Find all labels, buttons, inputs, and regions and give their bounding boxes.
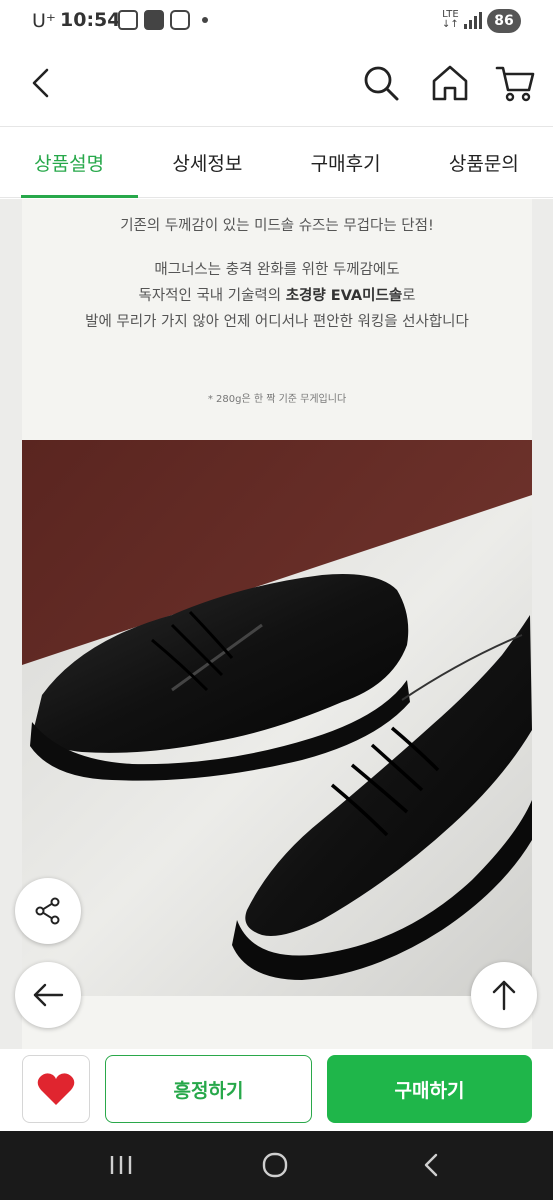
app-notification-icon (144, 10, 164, 30)
share-button[interactable] (15, 878, 81, 944)
recent-apps-icon (110, 1156, 132, 1174)
cart-icon (495, 66, 535, 102)
description-line: 기존의 두께감이 있는 미드솔 슈즈는 무겁다는 단점! (120, 218, 434, 234)
search-icon (364, 66, 399, 101)
signal-icon (464, 12, 482, 29)
tab-inquiries[interactable]: 상품문의 (415, 127, 553, 197)
description-line-highlight: 독자적인 국내 기술력의 초경량 EVA미드솔로 (22, 284, 532, 305)
tab-label: 구매후기 (310, 152, 381, 175)
tab-label: 상세정보 (172, 152, 243, 175)
notification-icons (118, 10, 208, 30)
search-button[interactable] (360, 62, 402, 104)
like-button[interactable] (22, 1055, 90, 1123)
cart-button[interactable] (493, 62, 537, 104)
share-icon (35, 897, 60, 925)
home-icon (432, 65, 468, 101)
heart-icon (37, 1073, 75, 1105)
more-notifications-dot (202, 17, 208, 23)
tab-reviews[interactable]: 구매후기 (277, 127, 415, 197)
recent-apps-button[interactable] (106, 1150, 136, 1180)
back-button[interactable] (22, 62, 58, 104)
status-bar: U⁺ 10:54 LTE ↓↑ 86 (0, 0, 553, 42)
carrier-label: U⁺ (32, 10, 56, 32)
network-label: LTE (442, 9, 459, 20)
arrow-left-icon (33, 983, 64, 1007)
tab-product-description[interactable]: 상품설명 (0, 127, 139, 198)
system-back-icon (424, 1153, 438, 1177)
system-navigation-bar (0, 1131, 553, 1200)
top-app-bar (0, 42, 553, 126)
description-line: 매그너스는 충격 완화를 위한 두께감에도 (154, 262, 400, 278)
bottom-action-bar: 흥정하기 구매하기 (0, 1049, 553, 1131)
product-photo (22, 440, 532, 996)
home-button[interactable] (429, 62, 471, 104)
screenshot-icon (118, 10, 138, 30)
negotiate-button[interactable]: 흥정하기 (105, 1055, 312, 1123)
floating-back-button[interactable] (15, 962, 81, 1028)
system-back-button[interactable] (416, 1150, 446, 1180)
shoe-image (22, 440, 532, 996)
product-tabs: 상품설명 상세정보 구매후기 상품문의 (0, 126, 553, 198)
tab-label: 상품문의 (448, 152, 519, 175)
tab-detail-info[interactable]: 상세정보 (138, 127, 276, 197)
back-arrow-icon (32, 68, 49, 98)
description-emphasis: 초경량 EVA미드솔 (285, 288, 403, 304)
description-text: 독자적인 국내 기술력의 (138, 288, 286, 304)
description-text: 로 (402, 288, 416, 304)
weight-note: * 280g은 한 짝 기준 무게입니다 (207, 394, 347, 405)
emoji-app-icon (170, 10, 190, 30)
network-indicator: LTE ↓↑ (442, 9, 459, 30)
home-system-button[interactable] (260, 1150, 290, 1180)
product-detail-content[interactable]: 기존의 두께감이 있는 미드솔 슈즈는 무겁다는 단점! 매그너스는 충격 완화… (0, 199, 553, 1049)
status-time: 10:54 (60, 9, 121, 31)
tab-label: 상품설명 (34, 152, 105, 175)
description-line: 발에 무리가 가지 않아 언제 어디서나 편안한 워킹을 선사합니다 (85, 314, 469, 330)
arrow-up-icon (492, 980, 516, 1011)
buy-button[interactable]: 구매하기 (327, 1055, 532, 1123)
scroll-to-top-button[interactable] (471, 962, 537, 1028)
battery-indicator: 86 (487, 9, 521, 33)
home-circle-icon (262, 1152, 288, 1178)
